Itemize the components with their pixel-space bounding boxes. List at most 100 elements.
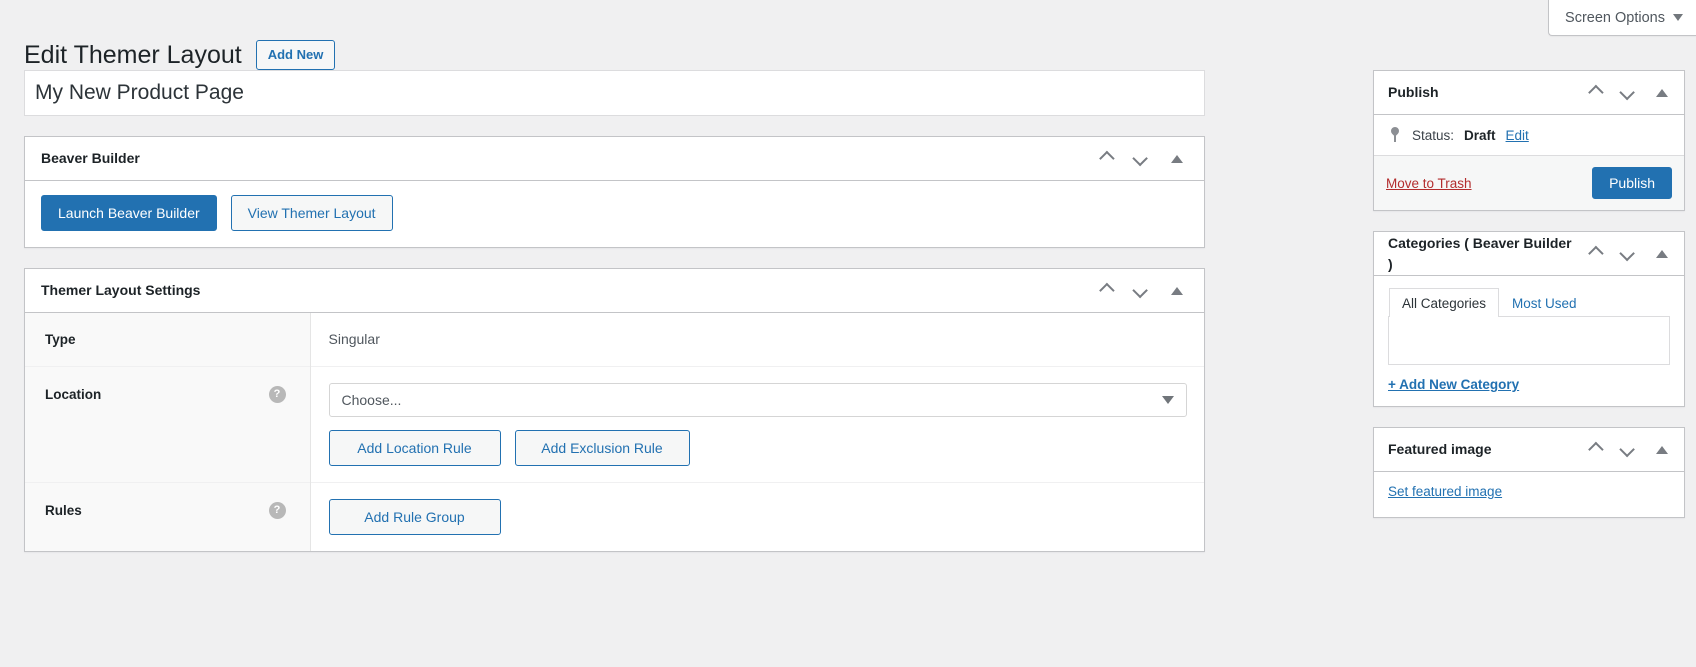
beaver-builder-panel-title: Beaver Builder xyxy=(41,149,140,166)
settings-label-cell: Rules ? xyxy=(25,482,311,551)
beaver-builder-panel-body: Launch Beaver Builder View Themer Layout xyxy=(25,181,1204,247)
themer-layout-settings-panel: Themer Layout Settings Type Singular Loc… xyxy=(24,268,1205,552)
publish-panel-title: Publish xyxy=(1388,84,1439,101)
location-label: Location xyxy=(45,387,102,402)
beaver-builder-button-row: Launch Beaver Builder View Themer Layout xyxy=(41,195,1188,231)
publish-actions-row: Move to Trash Publish xyxy=(1374,155,1684,210)
tab-all-categories[interactable]: All Categories xyxy=(1389,288,1500,317)
move-panel-down-button[interactable] xyxy=(1614,436,1642,464)
help-circle-icon[interactable]: ? xyxy=(268,502,286,519)
settings-label-cell: Type xyxy=(25,313,311,367)
help-circle-icon[interactable]: ? xyxy=(268,386,286,403)
featured-image-panel: Featured image Set featured image xyxy=(1373,427,1685,518)
type-label: Type xyxy=(45,332,76,347)
pin-icon xyxy=(1388,126,1402,144)
chevron-down-icon xyxy=(1161,396,1174,404)
settings-value-cell: Add Rule Group xyxy=(310,482,1204,551)
toggle-panel-button[interactable] xyxy=(1648,436,1676,464)
featured-image-panel-title: Featured image xyxy=(1388,441,1492,458)
settings-value-cell: Singular xyxy=(310,313,1204,367)
add-location-rule-button[interactable]: Add Location Rule xyxy=(328,430,501,466)
categories-panel-title: Categories ( Beaver Builder ) xyxy=(1388,235,1572,272)
add-exclusion-rule-button[interactable]: Add Exclusion Rule xyxy=(514,430,690,466)
screen-options-bar: Screen Options xyxy=(1548,0,1696,36)
toggle-panel-button[interactable] xyxy=(1162,144,1192,174)
tab-most-used[interactable]: Most Used xyxy=(1499,288,1590,317)
publish-status-row: Status: Draft Edit xyxy=(1374,115,1684,155)
publish-panel-header: Publish xyxy=(1374,71,1684,115)
triangle-up-icon xyxy=(1656,249,1668,258)
publish-button[interactable]: Publish xyxy=(1592,167,1672,199)
triangle-up-icon xyxy=(1171,154,1183,163)
page-title: Edit Themer Layout xyxy=(24,40,242,69)
location-select-value: Choose... xyxy=(341,392,402,408)
toggle-panel-button[interactable] xyxy=(1162,276,1192,306)
chevron-up-icon xyxy=(1587,245,1604,262)
categories-panel-header: Categories ( Beaver Builder ) xyxy=(1374,232,1684,276)
settings-row-rules: Rules ? Add Rule Group xyxy=(25,482,1204,551)
settings-label-cell: Location ? xyxy=(25,366,311,483)
beaver-builder-panel-header: Beaver Builder xyxy=(25,137,1204,181)
toggle-panel-button[interactable] xyxy=(1648,240,1676,268)
themer-settings-panel-title: Themer Layout Settings xyxy=(41,281,201,298)
panel-handle-group xyxy=(1090,144,1192,174)
move-to-trash-link[interactable]: Move to Trash xyxy=(1386,176,1472,191)
status-value: Draft xyxy=(1464,127,1496,143)
chevron-up-icon xyxy=(1098,150,1115,167)
panel-handle-group xyxy=(1090,276,1192,306)
location-button-row: Add Location Rule Add Exclusion Rule xyxy=(328,430,1189,466)
move-panel-down-button[interactable] xyxy=(1614,79,1642,107)
move-panel-up-button[interactable] xyxy=(1090,276,1120,306)
chevron-down-icon xyxy=(1131,150,1148,167)
view-themer-layout-button[interactable]: View Themer Layout xyxy=(230,195,393,231)
location-select[interactable]: Choose... xyxy=(328,383,1187,417)
status-prefix-label: Status: xyxy=(1412,127,1455,143)
move-panel-up-button[interactable] xyxy=(1580,436,1608,464)
move-panel-down-button[interactable] xyxy=(1126,276,1156,306)
chevron-down-icon xyxy=(1618,441,1635,458)
chevron-down-icon xyxy=(1131,282,1148,299)
themer-settings-panel-header: Themer Layout Settings xyxy=(25,269,1204,313)
triangle-up-icon xyxy=(1656,445,1668,454)
chevron-down-icon xyxy=(1618,84,1635,101)
move-panel-down-button[interactable] xyxy=(1126,144,1156,174)
featured-image-panel-header: Featured image xyxy=(1374,428,1684,472)
chevron-down-icon xyxy=(1618,245,1635,262)
edit-status-link[interactable]: Edit xyxy=(1506,128,1529,143)
move-panel-up-button[interactable] xyxy=(1090,144,1120,174)
triangle-up-icon xyxy=(1656,88,1668,97)
categories-tab-list: All Categories Most Used xyxy=(1388,288,1670,317)
move-panel-down-button[interactable] xyxy=(1614,240,1642,268)
toggle-panel-button[interactable] xyxy=(1648,79,1676,107)
add-new-category-link[interactable]: + Add New Category xyxy=(1388,377,1519,392)
categories-checklist[interactable] xyxy=(1388,317,1670,365)
caret-down-icon xyxy=(1673,14,1683,21)
screen-options-button[interactable]: Screen Options xyxy=(1548,0,1696,36)
rules-label: Rules xyxy=(45,503,82,518)
launch-beaver-builder-button[interactable]: Launch Beaver Builder xyxy=(41,195,217,231)
set-featured-image-link[interactable]: Set featured image xyxy=(1388,484,1502,499)
screen-options-label: Screen Options xyxy=(1565,9,1665,26)
add-new-button[interactable]: Add New xyxy=(255,39,336,71)
themer-settings-table: Type Singular Location ? Choose... Add L… xyxy=(25,313,1204,551)
main-content-column: Beaver Builder Launch Beaver Builder Vie… xyxy=(24,70,1205,552)
categories-panel-body: All Categories Most Used + Add New Categ… xyxy=(1374,276,1684,406)
beaver-builder-panel: Beaver Builder Launch Beaver Builder Vie… xyxy=(24,136,1205,248)
panel-handle-group xyxy=(1580,240,1676,268)
categories-panel: Categories ( Beaver Builder ) All Catego… xyxy=(1373,231,1685,407)
post-title-input[interactable] xyxy=(24,70,1205,116)
settings-row-type: Type Singular xyxy=(25,313,1204,367)
move-panel-up-button[interactable] xyxy=(1580,79,1608,107)
settings-row-location: Location ? Choose... Add Location Rule A… xyxy=(25,366,1204,483)
add-rule-group-button[interactable]: Add Rule Group xyxy=(328,499,501,535)
chevron-up-icon xyxy=(1587,84,1604,101)
type-value: Singular xyxy=(328,331,380,347)
featured-image-panel-body: Set featured image xyxy=(1374,472,1684,517)
sidebar: Publish Status: Draft Edit Move to Trash… xyxy=(1373,70,1685,538)
move-panel-up-button[interactable] xyxy=(1580,240,1608,268)
chevron-up-icon xyxy=(1098,282,1115,299)
publish-panel: Publish Status: Draft Edit Move to Trash… xyxy=(1373,70,1685,211)
settings-value-cell: Choose... Add Location Rule Add Exclusio… xyxy=(310,366,1204,483)
chevron-up-icon xyxy=(1587,441,1604,458)
panel-handle-group xyxy=(1580,436,1676,464)
